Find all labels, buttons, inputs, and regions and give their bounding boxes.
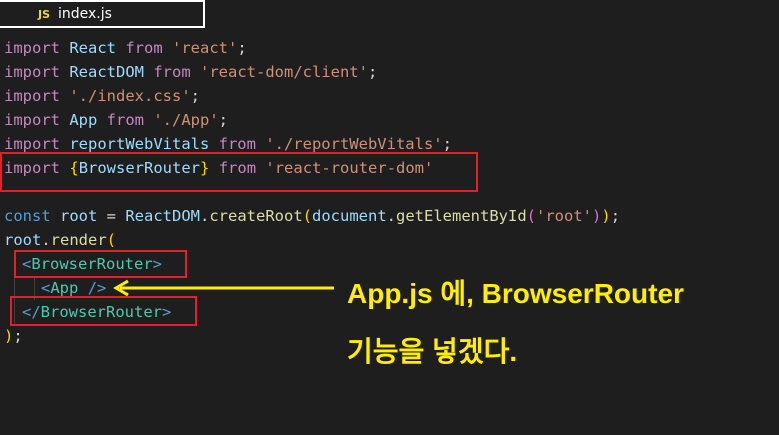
arrow-left-icon xyxy=(113,279,334,297)
highlight-box-close-tag xyxy=(10,296,197,326)
code-line-4: import App from './App'; xyxy=(4,111,229,129)
code-line-1: import React from 'react'; xyxy=(4,39,247,57)
code-line-3: import './index.css'; xyxy=(4,87,201,105)
highlight-box-open-tag xyxy=(14,250,187,278)
code-editor[interactable]: import React from 'react'; import ReactD… xyxy=(0,36,779,435)
code-line-9: root.render( xyxy=(4,231,117,249)
annotation-text-line-1: App.js 에, BrowserRouter xyxy=(347,278,684,309)
tab-label: index.js xyxy=(58,6,112,22)
tab-index-js[interactable]: JS index.js xyxy=(0,0,205,28)
highlight-box-import xyxy=(0,152,478,192)
code-line-8: const root = ReactDOM.createRoot(documen… xyxy=(4,207,621,225)
javascript-file-icon: JS xyxy=(38,7,51,21)
code-line-13: ); xyxy=(4,327,23,345)
annotation-text-line-2: 기능을 넣겠다. xyxy=(347,336,518,367)
editor-tab-bar: JS index.js xyxy=(0,0,779,32)
code-line-2: import ReactDOM from 'react-dom/client'; xyxy=(4,63,378,81)
